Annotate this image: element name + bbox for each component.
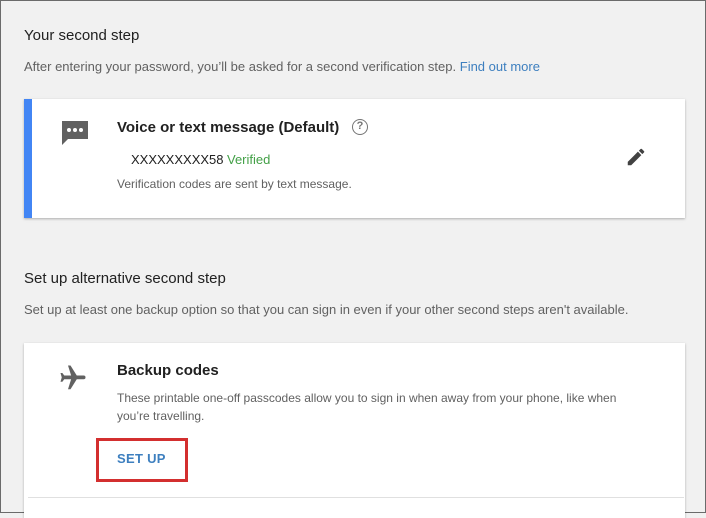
phone-number: XXXXXXXXX58 xyxy=(131,152,224,167)
second-step-description-text: After entering your password, you’ll be … xyxy=(24,59,457,74)
backup-codes-title: Backup codes xyxy=(117,362,219,379)
message-icon xyxy=(62,121,88,145)
voice-card-title: Voice or text message (Default) xyxy=(117,119,340,136)
highlight-box xyxy=(96,438,188,482)
airplane-icon xyxy=(60,365,86,390)
second-step-heading: Your second step xyxy=(24,27,140,44)
verified-status: Verified xyxy=(227,152,271,167)
card-divider xyxy=(28,497,684,498)
backup-codes-card: Backup codes These printable one-off pas… xyxy=(24,343,685,518)
backup-description-line1: These printable one-off passcodes allow … xyxy=(117,391,617,405)
help-icon[interactable]: ? xyxy=(352,119,368,135)
find-out-more-link[interactable]: Find out more xyxy=(460,59,540,74)
alternative-description: Set up at least one backup option so tha… xyxy=(24,302,629,317)
voice-text-card: Voice or text message (Default) ? XXXXXX… xyxy=(24,99,685,218)
backup-description-line2: you’re travelling. xyxy=(117,409,205,423)
second-step-description: After entering your password, you’ll be … xyxy=(24,59,540,74)
voice-card-note: Verification codes are sent by text mess… xyxy=(117,177,352,191)
alternative-heading: Set up alternative second step xyxy=(24,270,226,287)
card-accent-bar xyxy=(24,99,32,218)
pencil-icon[interactable] xyxy=(625,146,647,168)
